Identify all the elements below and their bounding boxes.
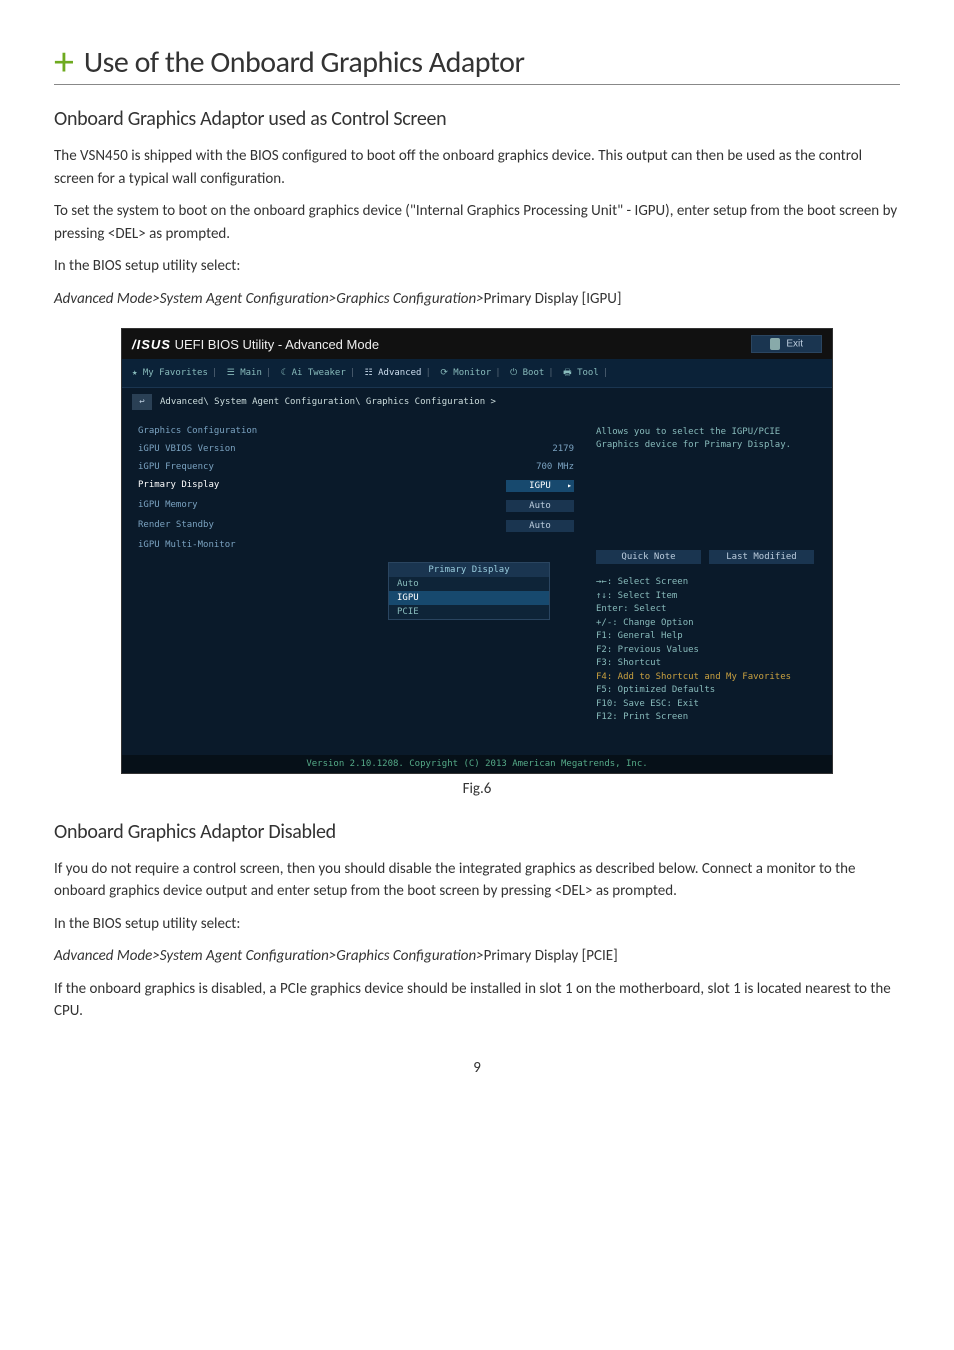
row-render-standby[interactable]: Render Standby Auto <box>138 516 574 536</box>
bios-breadcrumb: ↩ Advanced\ System Agent Configuration\ … <box>122 388 832 416</box>
value-pill[interactable]: IGPU <box>506 480 574 492</box>
exit-button[interactable]: Exit <box>751 335 822 353</box>
bios-path-italic: Advanced Mode>System Agent Configuration… <box>54 290 484 308</box>
tab-my-favorites[interactable]: ★ My Favorites <box>132 368 208 378</box>
subheading-control-screen: Onboard Graphics Adaptor used as Control… <box>54 107 900 131</box>
bios-mode-label: UEFI BIOS Utility - Advanced Mode <box>171 337 379 352</box>
primary-display-dropdown[interactable]: Primary Display Auto IGPU PCIE <box>388 562 550 620</box>
key-line: Enter: Select <box>596 603 814 617</box>
bios-path-tail: Primary Display [PCIE] <box>484 947 618 965</box>
bios-footer: Version 2.10.1208. Copyright (C) 2013 Am… <box>122 755 832 773</box>
label: Render Standby <box>138 520 214 532</box>
row-vbios-version: iGPU VBIOS Version 2179 <box>138 440 574 458</box>
bios-title-text: /ISUS UEFI BIOS Utility - Advanced Mode <box>132 337 379 352</box>
tab-tool-label: Tool <box>577 368 599 378</box>
value-pill[interactable]: Auto <box>506 520 574 532</box>
bios-left-pane: Graphics Configuration iGPU VBIOS Versio… <box>122 416 586 755</box>
key-line: F10: Save ESC: Exit <box>596 698 814 712</box>
bios-path-italic: Advanced Mode>System Agent Configuration… <box>54 947 484 965</box>
section-heading: Use of the Onboard Graphics Adaptor <box>84 44 525 81</box>
key-line: ↑↓: Select Item <box>596 590 814 604</box>
page-number: 9 <box>54 1059 900 1077</box>
row-primary-display[interactable]: Primary Display IGPU <box>138 476 574 496</box>
bios-tab-bar: ★ My Favorites| ☰ Main| ☾ Ai Tweaker| ☷ … <box>122 359 832 388</box>
row-igpu-frequency: iGPU Frequency 700 MHz <box>138 458 574 476</box>
key-line: F2: Previous Values <box>596 644 814 658</box>
key-line: +/-: Change Option <box>596 617 814 631</box>
tab-advanced[interactable]: ☷ Advanced <box>365 368 422 378</box>
section-heading-row: + Use of the Onboard Graphics Adaptor <box>54 42 900 85</box>
help-text: Allows you to select the IGPU/PCIE Graph… <box>590 422 820 546</box>
paragraph: If the onboard graphics is disabled, a P… <box>54 978 900 1023</box>
paragraph: In the BIOS setup utility select: <box>54 255 900 278</box>
key-line: F3: Shortcut <box>596 657 814 671</box>
label: Primary Display <box>138 480 219 492</box>
bios-titlebar: /ISUS UEFI BIOS Utility - Advanced Mode … <box>122 329 832 359</box>
exit-label: Exit <box>786 339 803 350</box>
asus-logo: /ISUS <box>132 337 171 352</box>
label: iGPU Memory <box>138 500 198 512</box>
tab-advanced-label: Advanced <box>378 368 421 378</box>
label: iGPU Frequency <box>138 462 214 472</box>
row-igpu-memory[interactable]: iGPU Memory Auto <box>138 496 574 516</box>
subheading-disabled: Onboard Graphics Adaptor Disabled <box>54 820 900 844</box>
tab-tool[interactable]: 🖶 Tool <box>563 368 599 378</box>
key-line: →←: Select Screen <box>596 576 814 590</box>
key-line: F1: General Help <box>596 630 814 644</box>
tab-ai-tweaker[interactable]: ☾ Ai Tweaker <box>281 368 346 378</box>
key-line: F5: Optimized Defaults <box>596 684 814 698</box>
figure-6: /ISUS UEFI BIOS Utility - Advanced Mode … <box>54 328 900 774</box>
tab-monitor-label: Monitor <box>453 368 491 378</box>
tab-main-label: Main <box>240 368 262 378</box>
bios-path-tail: Primary Display [IGPU] <box>484 290 622 308</box>
tab-main[interactable]: ☰ Main <box>227 368 262 378</box>
label: iGPU VBIOS Version <box>138 444 236 454</box>
figure-label: Fig.6 <box>54 780 900 798</box>
mouse-icon <box>770 338 780 350</box>
paragraph: In the BIOS setup utility select: <box>54 913 900 936</box>
tab-boot-label: Boot <box>523 368 545 378</box>
last-modified-button[interactable]: Last Modified <box>709 550 814 564</box>
key-help: →←: Select Screen ↑↓: Select Item Enter:… <box>590 568 820 745</box>
bios-right-pane: Allows you to select the IGPU/PCIE Graph… <box>586 416 832 755</box>
bios-path: Advanced Mode>System Agent Configuration… <box>54 288 900 311</box>
plus-icon: + <box>54 42 74 82</box>
dropdown-title: Primary Display <box>389 563 549 577</box>
dropdown-option-igpu[interactable]: IGPU <box>389 591 549 605</box>
value-pill[interactable]: Auto <box>506 500 574 512</box>
paragraph: If you do not require a control screen, … <box>54 858 900 903</box>
key-line: F4: Add to Shortcut and My Favorites <box>596 671 814 685</box>
bios-screenshot: /ISUS UEFI BIOS Utility - Advanced Mode … <box>121 328 833 774</box>
back-icon[interactable]: ↩ <box>132 394 152 410</box>
bios-path: Advanced Mode>System Agent Configuration… <box>54 945 900 968</box>
tab-boot[interactable]: ⏻ Boot <box>510 368 544 378</box>
paragraph: The VSN450 is shipped with the BIOS conf… <box>54 145 900 190</box>
bios-body: Graphics Configuration iGPU VBIOS Versio… <box>122 416 832 755</box>
quick-note-button[interactable]: Quick Note <box>596 550 701 564</box>
row-igpu-multi-monitor[interactable]: iGPU Multi-Monitor <box>138 536 574 554</box>
label: Graphics Configuration <box>138 426 257 436</box>
dropdown-option-pcie[interactable]: PCIE <box>389 605 549 619</box>
tab-ai-label: Ai Tweaker <box>292 368 346 378</box>
quick-buttons: Quick Note Last Modified <box>590 546 820 568</box>
label: iGPU Multi-Monitor <box>138 540 236 550</box>
row-graphics-configuration: Graphics Configuration <box>138 422 574 440</box>
paragraph: To set the system to boot on the onboard… <box>54 200 900 245</box>
value: 2179 <box>552 444 574 454</box>
breadcrumb-text: Advanced\ System Agent Configuration\ Gr… <box>160 397 496 407</box>
dropdown-option-auto[interactable]: Auto <box>389 577 549 591</box>
key-line: F12: Print Screen <box>596 711 814 725</box>
tab-monitor[interactable]: ⟳ Monitor <box>440 368 491 378</box>
value: 700 MHz <box>536 462 574 472</box>
